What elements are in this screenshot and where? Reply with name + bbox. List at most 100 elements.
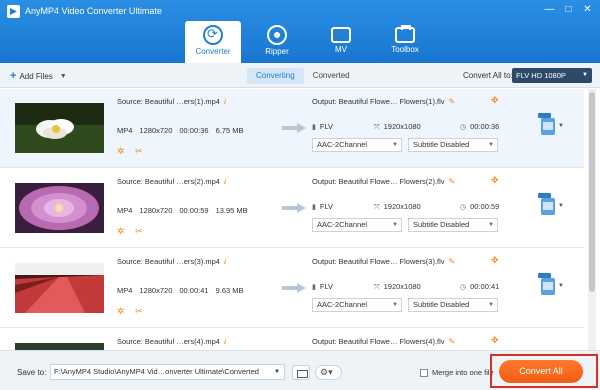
clock-icon: ◷: [460, 124, 467, 131]
edit-icon[interactable]: ✎: [449, 97, 456, 106]
plus-icon: +: [10, 70, 17, 82]
split-icon[interactable]: ✥: [491, 95, 499, 106]
list-item[interactable]: Source: Beautiful …ers(1).mp4 i MP4 1280x…: [0, 89, 584, 168]
close-button[interactable]: ✕: [581, 3, 594, 16]
list-item[interactable]: Source: Beautiful …ers(4).mp4 i Output: B…: [0, 329, 584, 350]
edit-icon[interactable]: ✎: [449, 337, 456, 346]
clock-icon: ◷: [460, 284, 467, 291]
output-name: Output: Beautiful Flowe… Flowers(3).flv: [312, 257, 445, 266]
audio-track-select[interactable]: AAC-2Channel ▼: [312, 138, 402, 152]
output-name: Output: Beautiful Flowe… Flowers(2).flv: [312, 177, 445, 186]
enhance-icon[interactable]: ✲: [117, 226, 127, 236]
video-thumbnail[interactable]: [15, 103, 104, 153]
scroll-thumb[interactable]: [589, 92, 595, 292]
source-name: Source: Beautiful …ers(1).mp4: [117, 97, 220, 106]
source-name: Source: Beautiful …ers(3).mp4: [117, 257, 220, 266]
chevron-down-icon[interactable]: ▼: [558, 203, 564, 209]
gear-icon: ⚙▾: [320, 367, 333, 377]
maximize-button[interactable]: □: [562, 3, 575, 16]
output-format-select[interactable]: FLV HD 1080P ▼: [512, 68, 592, 83]
split-icon[interactable]: ✥: [491, 175, 499, 186]
chevron-down-icon: ▼: [392, 142, 398, 148]
scissors-icon[interactable]: ✂: [135, 146, 145, 156]
output-format-icon[interactable]: [538, 273, 555, 295]
tab-ripper[interactable]: Ripper: [249, 21, 305, 63]
source-meta: MP4 1280x720 00:00:36 6.75 MB: [117, 126, 244, 135]
subtitle-select[interactable]: Subtitle Disabled ▼: [408, 298, 498, 312]
tab-converted[interactable]: Converted: [304, 68, 359, 84]
info-icon[interactable]: i: [224, 337, 226, 346]
video-format-icon: ▮: [312, 204, 316, 211]
chevron-down-icon[interactable]: ▼: [558, 123, 564, 129]
open-folder-button[interactable]: [292, 365, 310, 380]
convert-all-to-label: Convert All to:: [463, 71, 513, 80]
merge-checkbox[interactable]: [420, 368, 428, 377]
source-meta: MP4 1280x720 00:00:41 9.63 MB: [117, 286, 244, 295]
info-icon[interactable]: i: [224, 177, 226, 186]
merge-option[interactable]: Merge into one file: [420, 368, 494, 377]
tab-converter[interactable]: Converter: [185, 21, 241, 63]
app-title: AnyMP4 Video Converter Ultimate: [25, 6, 162, 16]
source-name: Source: Beautiful …ers(4).mp4: [117, 337, 220, 346]
chevron-down-icon: ▼: [488, 222, 494, 228]
resolution-icon: ⤧: [374, 204, 380, 211]
chevron-down-icon[interactable]: ▼: [558, 283, 564, 289]
resolution-icon: ⤧: [374, 284, 380, 291]
subtitle-select[interactable]: Subtitle Disabled ▼: [408, 138, 498, 152]
arrow-right-icon: [282, 203, 306, 213]
tab-converting[interactable]: Converting: [247, 68, 304, 84]
arrow-right-icon: [282, 123, 306, 133]
tab-mv[interactable]: MV: [313, 21, 369, 63]
output-format-icon[interactable]: [538, 113, 555, 135]
enhance-icon[interactable]: ✲: [117, 146, 127, 156]
info-icon[interactable]: i: [224, 257, 226, 266]
info-icon[interactable]: i: [224, 97, 226, 106]
disc-icon: [267, 25, 287, 45]
add-files-button[interactable]: + Add Files ▼: [10, 70, 67, 82]
title-bar: AnyMP4 Video Converter Ultimate — □ ✕ Co…: [0, 0, 600, 63]
subtitle-select[interactable]: Subtitle Disabled ▼: [408, 218, 498, 232]
audio-track-select[interactable]: AAC-2Channel ▼: [312, 298, 402, 312]
chevron-down-icon: ▼: [488, 142, 494, 148]
chevron-down-icon[interactable]: ▼: [60, 73, 67, 80]
list-item[interactable]: Source: Beautiful …ers(2).mp4 i MP4 1280x…: [0, 169, 584, 248]
video-thumbnail[interactable]: [15, 183, 104, 233]
tv-icon: [331, 27, 351, 43]
chevron-down-icon: ▼: [274, 369, 280, 375]
save-to-label: Save to:: [17, 368, 47, 377]
split-icon[interactable]: ✥: [491, 335, 499, 346]
arrow-right-icon: [282, 283, 306, 293]
minimize-button[interactable]: —: [543, 3, 556, 16]
tab-toolbox[interactable]: Toolbox: [377, 21, 433, 63]
settings-button[interactable]: ⚙▾: [315, 365, 342, 380]
chevron-down-icon: ▼: [392, 302, 398, 308]
main-nav: Converter Ripper MV Toolbox: [185, 21, 441, 63]
scissors-icon[interactable]: ✂: [135, 306, 145, 316]
list-item[interactable]: Source: Beautiful …ers(3).mp4 i MP4 1280x…: [0, 249, 584, 328]
video-thumbnail[interactable]: [15, 343, 104, 350]
source-name: Source: Beautiful …ers(2).mp4: [117, 177, 220, 186]
toolbar: + Add Files ▼ Converting Converted Conve…: [0, 63, 600, 88]
edit-icon[interactable]: ✎: [449, 177, 456, 186]
app-logo-icon: [7, 5, 20, 18]
split-icon[interactable]: ✥: [491, 255, 499, 266]
convert-all-button[interactable]: Convert All: [499, 360, 583, 383]
scissors-icon[interactable]: ✂: [135, 226, 145, 236]
output-name: Output: Beautiful Flowe… Flowers(4).flv: [312, 337, 445, 346]
chevron-down-icon: ▼: [392, 222, 398, 228]
chevron-down-icon: ▼: [488, 302, 494, 308]
video-thumbnail[interactable]: [15, 263, 104, 313]
output-format-icon[interactable]: [538, 193, 555, 215]
enhance-icon[interactable]: ✲: [117, 306, 127, 316]
clock-icon: ◷: [460, 204, 467, 211]
chevron-down-icon: ▼: [582, 72, 588, 78]
edit-icon[interactable]: ✎: [449, 257, 456, 266]
source-meta: MP4 1280x720 00:00:59 13.95 MB: [117, 206, 248, 215]
video-format-icon: ▮: [312, 124, 316, 131]
video-format-icon: ▮: [312, 284, 316, 291]
resolution-icon: ⤧: [374, 124, 380, 131]
scrollbar[interactable]: [588, 89, 596, 350]
save-path-select[interactable]: F:\AnyMP4 Studio\AnyMP4 Vid…onverter Ult…: [50, 364, 285, 380]
audio-track-select[interactable]: AAC-2Channel ▼: [312, 218, 402, 232]
file-list: Source: Beautiful …ers(1).mp4 i MP4 1280x…: [0, 89, 600, 350]
